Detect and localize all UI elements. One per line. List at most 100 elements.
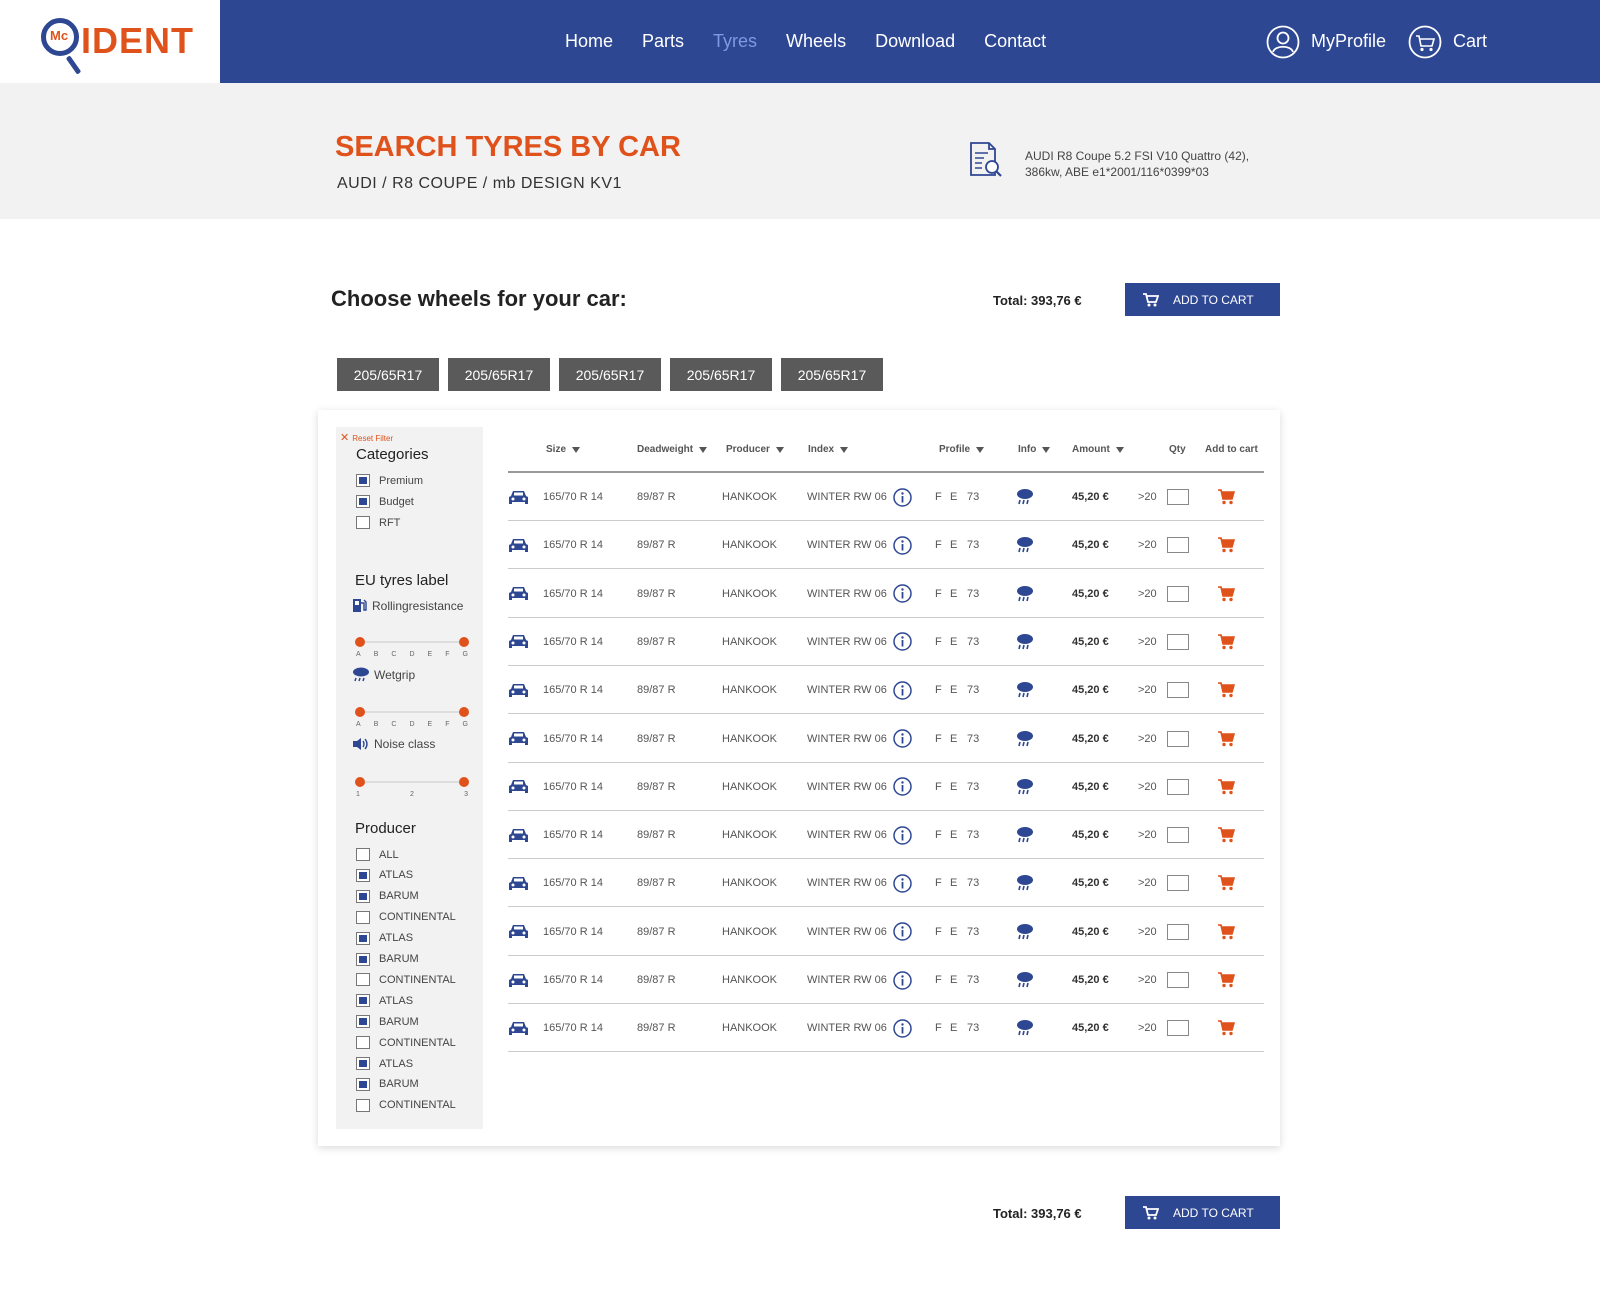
sort-caret-icon[interactable] <box>572 446 581 453</box>
size-tab-2[interactable]: 205/65R17 <box>448 358 550 391</box>
qty-input[interactable] <box>1167 730 1189 747</box>
column-header-add[interactable]: Add to cart <box>1205 444 1258 455</box>
qty-input[interactable] <box>1167 1020 1189 1037</box>
sort-caret-icon[interactable] <box>840 446 849 453</box>
producer-continental[interactable]: CONTINENTAL <box>356 1098 456 1112</box>
checkbox[interactable] <box>356 1015 370 1029</box>
info-circle-icon[interactable] <box>893 521 912 569</box>
qty-input[interactable] <box>1167 489 1189 505</box>
cart-icon[interactable] <box>1218 859 1235 907</box>
category-budget[interactable]: Budget <box>356 495 414 508</box>
checkbox[interactable] <box>356 495 370 508</box>
slider-handle-max[interactable] <box>459 777 469 787</box>
column-header-producer[interactable]: Producer <box>726 444 784 455</box>
cart-icon[interactable] <box>1218 570 1235 618</box>
checkbox[interactable] <box>356 1098 370 1112</box>
nav-link-parts[interactable]: Parts <box>642 31 684 52</box>
info-circle-icon[interactable] <box>893 473 912 521</box>
qty-input[interactable] <box>1167 633 1189 650</box>
add-to-cart-button-bottom[interactable]: ADD TO CART <box>1125 1196 1280 1229</box>
column-header-amount[interactable]: Amount <box>1072 444 1124 455</box>
checkbox[interactable] <box>356 973 370 987</box>
producer-barum[interactable]: BARUM <box>356 889 419 903</box>
cart-icon[interactable] <box>1218 715 1235 763</box>
producer-barum[interactable]: BARUM <box>356 1077 419 1091</box>
checkbox[interactable] <box>356 1077 370 1091</box>
producer-atlas[interactable]: ATLAS <box>356 931 413 945</box>
producer-barum[interactable]: BARUM <box>356 952 419 966</box>
qty-input[interactable] <box>1167 778 1189 795</box>
column-header-info[interactable]: Info <box>1018 444 1051 455</box>
checkbox[interactable] <box>356 994 370 1008</box>
logo[interactable]: Mc IDENT <box>0 0 220 83</box>
qty-input[interactable] <box>1167 585 1189 602</box>
column-header-qty[interactable]: Qty <box>1169 444 1186 455</box>
slider-handle-min[interactable] <box>355 637 365 647</box>
cart-link[interactable]: Cart <box>1408 25 1487 59</box>
slider-handle-max[interactable] <box>459 707 469 717</box>
info-circle-icon[interactable] <box>893 811 912 859</box>
sort-caret-icon[interactable] <box>775 446 784 453</box>
producer-barum[interactable]: BARUM <box>356 1015 419 1029</box>
producer-all[interactable]: ALL <box>356 848 399 861</box>
column-header-index[interactable]: Index <box>808 444 849 455</box>
nav-link-tyres[interactable]: Tyres <box>713 31 757 52</box>
producer-continental[interactable]: CONTINENTAL <box>356 1036 456 1050</box>
info-circle-icon[interactable] <box>893 570 912 618</box>
reset-filter-link[interactable]: ✕ Reset Filter <box>340 431 393 444</box>
size-tab-3[interactable]: 205/65R17 <box>559 358 661 391</box>
sort-caret-icon[interactable] <box>699 446 708 453</box>
info-circle-icon[interactable] <box>893 715 912 763</box>
sort-caret-icon[interactable] <box>1115 446 1124 453</box>
nav-link-home[interactable]: Home <box>565 31 613 52</box>
column-header-deadweight[interactable]: Deadweight <box>637 444 708 455</box>
qty-input[interactable] <box>1167 827 1189 844</box>
slider-handle-min[interactable] <box>355 777 365 787</box>
size-tab-5[interactable]: 205/65R17 <box>781 358 883 391</box>
producer-atlas[interactable]: ATLAS <box>356 994 413 1008</box>
nav-link-download[interactable]: Download <box>875 31 955 52</box>
info-circle-icon[interactable] <box>893 763 912 811</box>
my-profile-link[interactable]: MyProfile <box>1266 25 1386 59</box>
info-circle-icon[interactable] <box>893 859 912 907</box>
cart-icon[interactable] <box>1218 763 1235 811</box>
cart-icon[interactable] <box>1218 908 1235 956</box>
cart-icon[interactable] <box>1218 473 1235 521</box>
noise-class-slider[interactable] <box>355 777 469 787</box>
column-header-size[interactable]: Size <box>546 444 581 455</box>
size-tab-1[interactable]: 205/65R17 <box>337 358 439 391</box>
producer-atlas[interactable]: ATLAS <box>356 868 413 882</box>
checkbox[interactable] <box>356 889 370 903</box>
info-circle-icon[interactable] <box>893 956 912 1004</box>
qty-input[interactable] <box>1167 923 1189 940</box>
cart-icon[interactable] <box>1218 666 1235 714</box>
checkbox[interactable] <box>356 848 370 861</box>
checkbox[interactable] <box>356 910 370 924</box>
add-to-cart-button-top[interactable]: ADD TO CART <box>1125 283 1280 316</box>
info-circle-icon[interactable] <box>893 666 912 714</box>
column-header-profile[interactable]: Profile <box>939 444 985 455</box>
qty-input[interactable] <box>1167 537 1189 554</box>
producer-continental[interactable]: CONTINENTAL <box>356 973 456 987</box>
nav-link-wheels[interactable]: Wheels <box>786 31 846 52</box>
wetgrip-slider[interactable] <box>355 707 469 717</box>
checkbox[interactable] <box>356 952 370 966</box>
checkbox[interactable] <box>356 1036 370 1050</box>
producer-continental[interactable]: CONTINENTAL <box>356 910 456 924</box>
checkbox[interactable] <box>356 1057 370 1070</box>
nav-link-contact[interactable]: Contact <box>984 31 1046 52</box>
checkbox[interactable] <box>356 868 370 882</box>
cart-icon[interactable] <box>1218 956 1235 1004</box>
info-circle-icon[interactable] <box>893 1004 912 1052</box>
cart-icon[interactable] <box>1218 1004 1235 1052</box>
cart-icon[interactable] <box>1218 618 1235 666</box>
info-circle-icon[interactable] <box>893 618 912 666</box>
category-rft[interactable]: RFT <box>356 516 400 529</box>
rolling-resistance-slider[interactable] <box>355 637 469 647</box>
cart-icon[interactable] <box>1218 811 1235 859</box>
qty-input[interactable] <box>1167 875 1189 892</box>
category-premium[interactable]: Premium <box>356 474 423 487</box>
qty-input[interactable] <box>1167 682 1189 699</box>
info-circle-icon[interactable] <box>893 908 912 956</box>
slider-handle-min[interactable] <box>355 707 365 717</box>
